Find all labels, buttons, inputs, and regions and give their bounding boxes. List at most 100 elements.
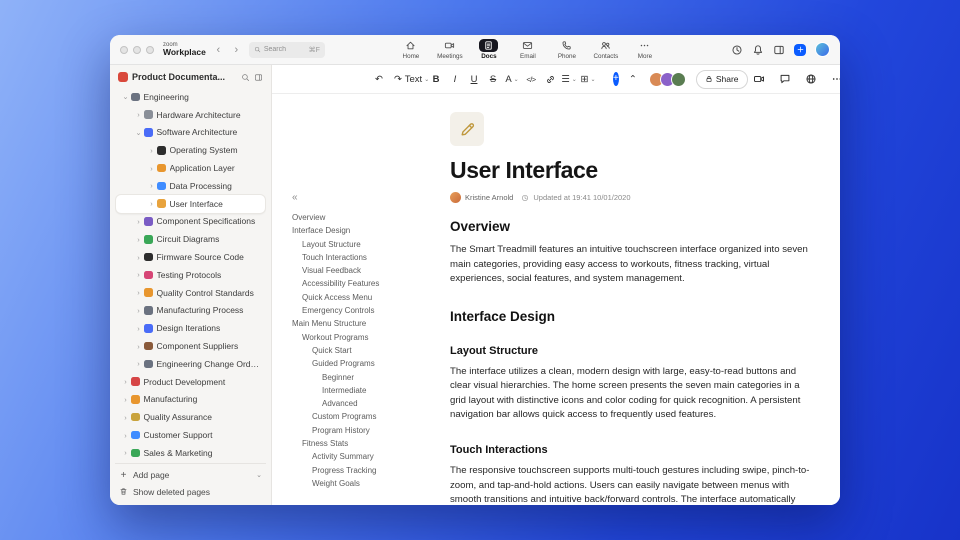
back-button[interactable]: ‹	[213, 44, 224, 56]
page-sales-marketing[interactable]: › Sales & Marketing	[116, 444, 265, 462]
forward-button[interactable]: ›	[231, 44, 242, 56]
outline-weight-goals[interactable]: Weight Goals	[292, 477, 442, 490]
add-page-button[interactable]: + Add page ⌄	[115, 467, 266, 484]
chevron-right-icon[interactable]: ›	[147, 199, 156, 208]
chevron-down-icon[interactable]: ⌄	[134, 128, 143, 137]
text-style-select[interactable]: Text ⌄	[405, 70, 429, 88]
sidebar-search-icon[interactable]	[241, 73, 250, 82]
panel-icon[interactable]	[773, 44, 785, 56]
chevron-right-icon[interactable]: ›	[134, 270, 143, 279]
outline-intermediate[interactable]: Intermediate	[292, 384, 442, 397]
undo-button[interactable]: ↶	[371, 70, 387, 88]
page-circuit-diagrams[interactable]: › Circuit Diagrams	[116, 230, 265, 248]
minimize-button[interactable]	[133, 45, 141, 54]
ai-companion-button[interactable]: +	[613, 72, 619, 86]
redo-button[interactable]: ↷	[390, 70, 406, 88]
tab-meetings[interactable]: Meetings	[437, 39, 463, 60]
page-engineering[interactable]: ⌄ Engineering	[116, 88, 265, 106]
tab-home[interactable]: Home	[398, 39, 424, 60]
outline-beginner[interactable]: Beginner	[292, 371, 442, 384]
chevron-right-icon[interactable]: ›	[134, 235, 143, 244]
outline-quick-access-menu[interactable]: Quick Access Menu	[292, 291, 442, 304]
outline-touch-interactions[interactable]: Touch Interactions	[292, 251, 442, 264]
outline-visual-feedback[interactable]: Visual Feedback	[292, 264, 442, 277]
italic-button[interactable]: I	[447, 70, 463, 88]
collaborator-avatar[interactable]	[670, 71, 686, 87]
page-software-architecture[interactable]: ⌄ Software Architecture	[116, 124, 265, 142]
share-button[interactable]: Share	[695, 69, 748, 89]
code-button[interactable]: </>	[523, 70, 539, 88]
chevron-right-icon[interactable]: ›	[147, 164, 156, 173]
page-customer-support[interactable]: › Customer Support	[116, 426, 265, 444]
link-button[interactable]	[542, 70, 558, 88]
outline-custom-programs[interactable]: Custom Programs	[292, 410, 442, 423]
global-search-input[interactable]: Search ⌘F	[248, 41, 325, 58]
strikethrough-button[interactable]: S	[485, 70, 501, 88]
outline-program-history[interactable]: Program History	[292, 424, 442, 437]
page-operating-system[interactable]: › Operating System	[116, 141, 265, 159]
bell-icon[interactable]	[752, 44, 764, 56]
chevron-right-icon[interactable]: ›	[134, 110, 143, 119]
chevron-right-icon[interactable]: ›	[121, 448, 130, 457]
page-manufacturing[interactable]: › Manufacturing	[116, 391, 265, 409]
outline-interface-design[interactable]: Interface Design	[292, 224, 442, 237]
show-deleted-pages-button[interactable]: Show deleted pages	[115, 484, 266, 501]
more-options-icon[interactable]	[829, 70, 840, 88]
text-color-button[interactable]: A ⌄	[504, 70, 520, 88]
outline-layout-structure[interactable]: Layout Structure	[292, 238, 442, 251]
page-engineering-change-orders[interactable]: › Engineering Change Orders	[116, 355, 265, 373]
chevron-right-icon[interactable]: ›	[134, 359, 143, 368]
comment-icon[interactable]	[777, 70, 793, 88]
chevron-right-icon[interactable]: ›	[134, 306, 143, 315]
page-firmware-source-code[interactable]: › Firmware Source Code	[116, 248, 265, 266]
chevron-down-icon[interactable]: ⌄	[121, 92, 130, 101]
sidebar-panel-icon[interactable]	[254, 73, 263, 82]
chevron-right-icon[interactable]: ›	[134, 288, 143, 297]
collapse-outline-icon[interactable]: «	[292, 192, 442, 203]
maximize-button[interactable]	[146, 45, 154, 54]
outline-emergency-controls[interactable]: Emergency Controls	[292, 304, 442, 317]
insert-button[interactable]: ⊞ ⌄	[580, 70, 596, 88]
document-title[interactable]: User Interface	[450, 157, 812, 184]
camera-icon[interactable]	[751, 70, 767, 88]
chevron-right-icon[interactable]: ›	[121, 431, 130, 440]
outline-advanced[interactable]: Advanced	[292, 397, 442, 410]
user-avatar[interactable]	[815, 42, 830, 57]
page-application-layer[interactable]: › Application Layer	[116, 159, 265, 177]
page-quality-control-standards[interactable]: › Quality Control Standards	[116, 284, 265, 302]
tab-contacts[interactable]: Contacts	[593, 39, 619, 60]
document-emoji-icon[interactable]	[450, 112, 484, 146]
outline-main-menu-structure[interactable]: Main Menu Structure	[292, 317, 442, 330]
page-component-specifications[interactable]: › Component Specifications	[116, 213, 265, 231]
page-component-suppliers[interactable]: › Component Suppliers	[116, 337, 265, 355]
globe-icon[interactable]	[803, 70, 819, 88]
chevron-down-icon[interactable]: ⌄	[256, 471, 262, 479]
bold-button[interactable]: B	[428, 70, 444, 88]
page-hardware-architecture[interactable]: › Hardware Architecture	[116, 106, 265, 124]
page-testing-protocols[interactable]: › Testing Protocols	[116, 266, 265, 284]
chevron-right-icon[interactable]: ›	[121, 377, 130, 386]
page-product-development[interactable]: › Product Development	[116, 373, 265, 391]
clock-icon[interactable]	[731, 44, 743, 56]
chevron-right-icon[interactable]: ›	[134, 217, 143, 226]
chevron-right-icon[interactable]: ›	[121, 413, 130, 422]
close-button[interactable]	[120, 45, 128, 54]
plus-icon[interactable]	[794, 43, 806, 56]
outline-progress-tracking[interactable]: Progress Tracking	[292, 464, 442, 477]
tab-docs[interactable]: Docs	[476, 39, 502, 60]
page-quality-assurance[interactable]: › Quality Assurance	[116, 408, 265, 426]
page-design-iterations[interactable]: › Design Iterations	[116, 319, 265, 337]
tab-email[interactable]: Email	[515, 39, 541, 60]
tab-phone[interactable]: Phone	[554, 39, 580, 60]
outline-overview[interactable]: Overview	[292, 211, 442, 224]
chevron-right-icon[interactable]: ›	[147, 181, 156, 190]
page-user-interface[interactable]: › User Interface	[116, 194, 265, 213]
outline-quick-start[interactable]: Quick Start	[292, 344, 442, 357]
outline-fitness-stats[interactable]: Fitness Stats	[292, 437, 442, 450]
outline-workout-programs[interactable]: Workout Programs	[292, 331, 442, 344]
chevron-right-icon[interactable]: ›	[134, 342, 143, 351]
outline-activity-summary[interactable]: Activity Summary	[292, 450, 442, 463]
document-body[interactable]: Overview The Smart Treadmill features an …	[450, 219, 812, 505]
collapse-toolbar-button[interactable]: ⌃	[625, 70, 641, 88]
chevron-right-icon[interactable]: ›	[134, 324, 143, 333]
